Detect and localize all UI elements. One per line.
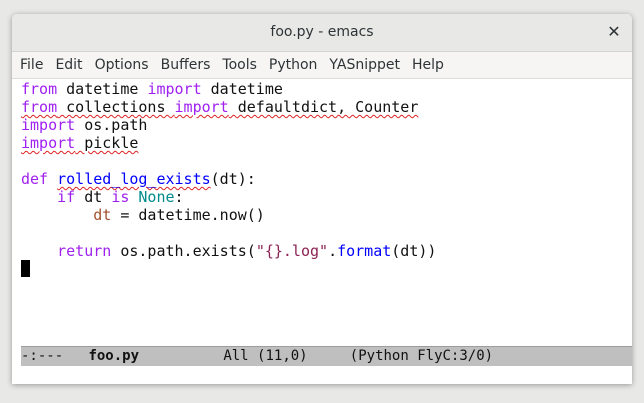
major-minor-modes[interactable]: (Python FlyC:3/0) <box>350 348 493 364</box>
menu-buffers[interactable]: Buffers <box>155 52 217 78</box>
code-text: os.path.exists( <box>111 242 256 260</box>
method-name: format <box>337 242 392 260</box>
emacs-window: foo.py - emacs ✕ File Edit Options Buffe… <box>12 14 632 384</box>
keyword: if <box>57 188 76 206</box>
minibuffer[interactable] <box>12 366 632 384</box>
keyword: from <box>21 98 58 116</box>
code-line: from datetime import datetime <box>21 80 632 98</box>
cursor-position: All (11,0) <box>223 348 308 364</box>
keyword: from <box>21 80 58 98</box>
menu-python[interactable]: Python <box>263 52 324 78</box>
function-name: rolled_log_exists <box>57 170 211 188</box>
code-text: os.path <box>75 116 148 134</box>
code-line: import os.path <box>21 116 632 134</box>
code-text: (dt): <box>210 170 256 188</box>
string-literal: "{}.log" <box>255 242 329 260</box>
menu-options[interactable]: Options <box>89 52 155 78</box>
menu-bar: File Edit Options Buffers Tools Python Y… <box>12 52 632 79</box>
code-text: datetime <box>57 80 148 98</box>
code-text: pickle <box>75 134 139 152</box>
keyword: return <box>57 242 112 260</box>
code-line: import pickle <box>21 134 632 152</box>
code-text: = datetime.now() <box>111 206 265 224</box>
code-text: : <box>174 188 184 206</box>
code-line: def rolled_log_exists(dt): <box>21 170 632 188</box>
code-line: dt = datetime.now() <box>21 206 632 224</box>
code-text: datetime <box>201 80 283 98</box>
code-line: if dt is None: <box>21 188 632 206</box>
code-text: collections <box>57 98 175 116</box>
window-title: foo.py - emacs <box>270 24 374 40</box>
menu-file[interactable]: File <box>14 52 49 78</box>
code-line: from collections import defaultdict, Cou… <box>21 98 632 116</box>
code-text: (dt)) <box>391 242 437 260</box>
code-text: dt <box>75 188 112 206</box>
code-text: defaultdict, Counter <box>228 98 419 116</box>
text-cursor <box>21 260 30 277</box>
code-line: return os.path.exists("{}.log".format(dt… <box>21 242 632 260</box>
mode-line: -:--- foo.py All (11,0) (Python FlyC:3/0… <box>21 346 632 367</box>
close-icon[interactable]: ✕ <box>604 22 624 42</box>
menu-yasnippet[interactable]: YASnippet <box>323 52 406 78</box>
menu-help[interactable]: Help <box>406 52 450 78</box>
keyword: import <box>21 116 76 134</box>
constant: None <box>138 188 175 206</box>
keyword: import <box>147 80 202 98</box>
code-text: . <box>328 242 338 260</box>
menu-edit[interactable]: Edit <box>49 52 88 78</box>
keyword: import <box>174 98 229 116</box>
editor-buffer[interactable]: from datetime import datetime from colle… <box>12 79 632 363</box>
keyword: is <box>111 188 130 206</box>
variable: dt <box>93 206 112 224</box>
keyword: import <box>21 134 76 152</box>
keyword: def <box>21 170 49 188</box>
buffer-state: -:--- <box>21 348 64 364</box>
title-bar: foo.py - emacs ✕ <box>12 14 632 52</box>
menu-tools[interactable]: Tools <box>216 52 263 78</box>
buffer-name[interactable]: foo.py <box>88 348 139 364</box>
cursor-line <box>21 260 632 278</box>
